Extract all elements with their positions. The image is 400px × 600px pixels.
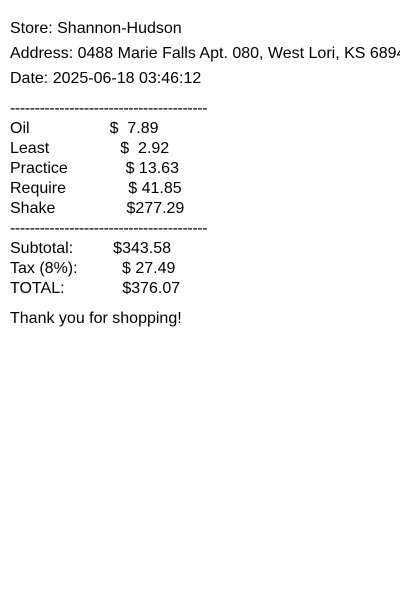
separator-bottom: ----------------------------------------: [10, 220, 208, 237]
item-line: Least $ 2.92: [10, 140, 170, 157]
tax-line: Tax (8%): $ 27.49: [10, 260, 176, 277]
item-line: Shake $277.29: [10, 200, 185, 217]
thank-you-message: Thank you for shopping!: [10, 310, 182, 327]
store-address: Address: 0488 Marie Falls Apt. 080, West…: [10, 45, 400, 62]
store-name: Store: Shannon-Hudson: [10, 20, 182, 37]
subtotal-line: Subtotal: $343.58: [10, 240, 171, 257]
receipt-date: Date: 2025-06-18 03:46:12: [10, 70, 202, 87]
item-line: Require $ 41.85: [10, 180, 182, 197]
item-line: Practice $ 13.63: [10, 160, 179, 177]
separator-top: ----------------------------------------: [10, 100, 208, 117]
total-line: TOTAL: $376.07: [10, 280, 181, 297]
receipt: Store: Shannon-Hudson Address: 0488 Mari…: [10, 19, 400, 329]
item-line: Oil $ 7.89: [10, 120, 159, 137]
